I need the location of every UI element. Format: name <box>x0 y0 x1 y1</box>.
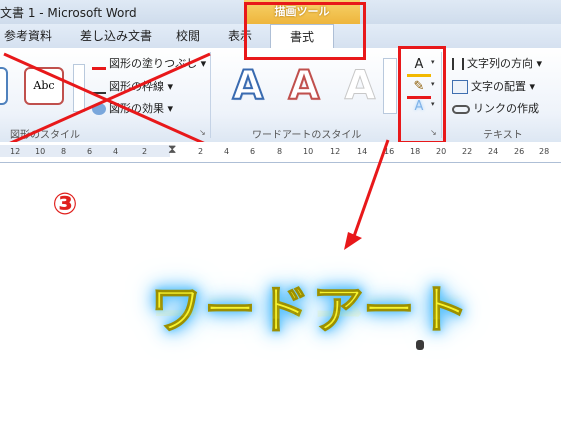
wordart-reflection: ワードアート <box>150 265 471 325</box>
align-text-icon <box>452 80 468 94</box>
ruler-tick-label: 28 <box>539 147 550 156</box>
wordart-styles-gallery-scroll[interactable] <box>383 58 397 114</box>
ruler-tick-label: 26 <box>514 147 525 156</box>
create-link-label: リンクの作成 <box>473 102 539 115</box>
text-direction-button[interactable]: 文字列の方向 ▾ <box>452 55 542 71</box>
mouse-cursor-icon <box>416 340 424 350</box>
annotation-arrow <box>344 139 390 250</box>
indent-marker-icon[interactable]: ⧗ <box>168 143 176 155</box>
ruler-tick-label: 4 <box>224 147 230 156</box>
ruler-tick-label: 20 <box>436 147 447 156</box>
align-text-button[interactable]: 文字の配置 ▾ <box>452 78 535 94</box>
ruler-tick-label: 12 <box>330 147 341 156</box>
step-marker: ③ <box>52 187 78 222</box>
annotation-box-format-tab <box>244 2 366 60</box>
tab-references[interactable]: 参考資料 <box>4 26 52 46</box>
ruler-tick-label: 6 <box>87 147 93 156</box>
link-icon <box>452 104 470 114</box>
annotation-box-text-effects <box>398 46 446 144</box>
crossed-out-mark <box>3 52 211 148</box>
text-direction-icon <box>452 58 464 70</box>
tab-review[interactable]: 校閲 <box>176 26 200 46</box>
create-link-button[interactable]: リンクの作成 <box>452 100 539 116</box>
window-title: 文書 1 - Microsoft Word <box>0 6 137 20</box>
text-group-label: テキスト <box>483 130 523 141</box>
ruler-tick-label: 8 <box>61 147 67 156</box>
tab-mailings[interactable]: 差し込み文書 <box>80 26 152 46</box>
ruler-tick-label: 2 <box>142 147 148 156</box>
ruler-tick-label: 18 <box>410 147 421 156</box>
wordart-style-red-outline[interactable]: A <box>278 60 330 112</box>
ruler-tick-label: 12 <box>10 147 21 156</box>
wordart-style-blue-outline[interactable]: A <box>222 60 274 112</box>
ruler-tick-label: 10 <box>35 147 46 156</box>
ruler-tick-label: 6 <box>250 147 256 156</box>
ruler-tick-label: 24 <box>488 147 499 156</box>
ruler-tick-label: 2 <box>198 147 204 156</box>
ruler-tick-label: 8 <box>277 147 283 156</box>
ruler-tick-label: 4 <box>113 147 119 156</box>
ruler-tick-label: 10 <box>303 147 314 156</box>
ruler-tick-label: 22 <box>462 147 473 156</box>
text-direction-label: 文字列の方向 <box>467 57 533 70</box>
wordart-style-white[interactable]: A <box>334 60 386 112</box>
align-text-label: 文字の配置 <box>471 80 526 93</box>
